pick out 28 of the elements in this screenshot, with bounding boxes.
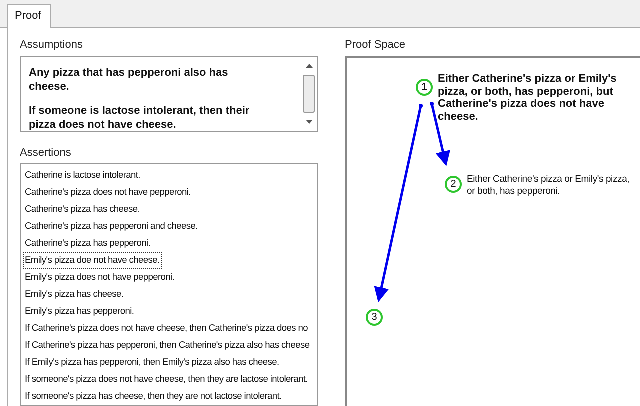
assertion-item[interactable]: Catherine's pizza has pepperoni and cheese.: [23, 218, 200, 235]
scroll-up-icon[interactable]: [306, 64, 312, 68]
node-number[interactable]: 3: [366, 309, 383, 326]
assertion-item[interactable]: If someone's pizza has cheese, then they are not lactose intolerant.: [23, 388, 284, 405]
assertion-item[interactable]: If someone's pizza does not have cheese, then they are lactose intolerant.: [23, 371, 310, 388]
proof-tab[interactable]: Proof: [7, 4, 51, 28]
scroll-thumb[interactable]: [303, 75, 315, 113]
assertion-item[interactable]: Catherine's pizza does not have pepperoni.: [23, 184, 193, 201]
assertion-item[interactable]: If Catherine's pizza does not have cheese, then Catherine's pizza does no: [23, 320, 310, 337]
assertion-item[interactable]: Catherine's pizza has cheese.: [23, 201, 142, 218]
assertions-label: Assertions: [20, 147, 72, 161]
assertion-item[interactable]: If Catherine's pizza has pepperoni, then Catherine's pizza also has cheese: [23, 337, 312, 354]
assumption-text: Any pizza that has pepperoni also has cheese.: [29, 66, 230, 94]
assertion-item[interactable]: Emily's pizza doe not have cheese.: [23, 252, 162, 269]
assertion-item[interactable]: Catherine is lactose intolerant.: [23, 167, 142, 184]
assumptions-label: Assumptions: [20, 39, 84, 53]
assertion-item[interactable]: Emily's pizza does not have pepperoni.: [23, 269, 177, 286]
assertion-item[interactable]: Emily's pizza has cheese.: [23, 286, 126, 303]
assumption-text: If someone is lactose intolerant, then their pizza does not have cheese.: [29, 104, 251, 132]
statement-text: Either Catherine's pizza or Emily's pizza, or both, has pepperoni, but Catherine's pizza does not have cheese.: [438, 73, 618, 123]
scroll-down-icon[interactable]: [306, 120, 312, 124]
statement-text: Either Catherine's pizza or Emily's pizza, or both, has pepperoni.: [467, 174, 631, 198]
assertion-item[interactable]: Emily's pizza has pepperoni.: [23, 303, 136, 320]
assertion-item[interactable]: Catherine's pizza has pepperoni.: [23, 235, 153, 252]
node-number[interactable]: 2: [445, 176, 462, 193]
assertion-item[interactable]: If Emily's pizza has pepperoni, then Emily's pizza also has cheese.: [23, 354, 282, 371]
proof-space-label: Proof Space: [345, 39, 407, 53]
node-number[interactable]: 1: [416, 79, 433, 96]
